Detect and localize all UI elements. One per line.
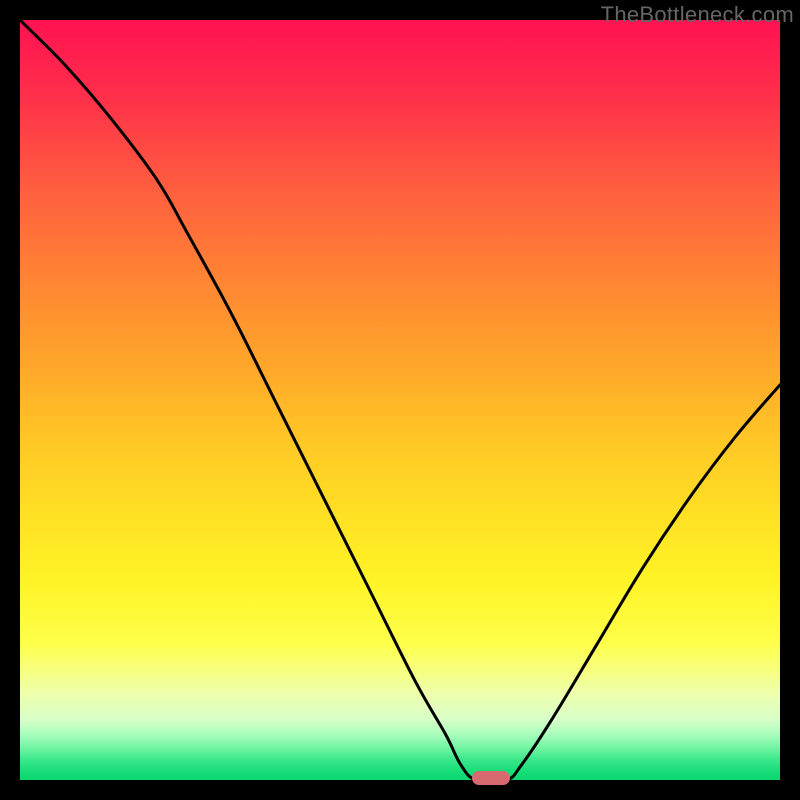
chart-container: TheBottleneck.com (0, 0, 800, 800)
bottleneck-curve (20, 20, 780, 780)
curve-layer (20, 20, 780, 780)
watermark-label: TheBottleneck.com (601, 2, 794, 28)
plot-area (20, 20, 780, 780)
optimal-marker (472, 771, 510, 785)
